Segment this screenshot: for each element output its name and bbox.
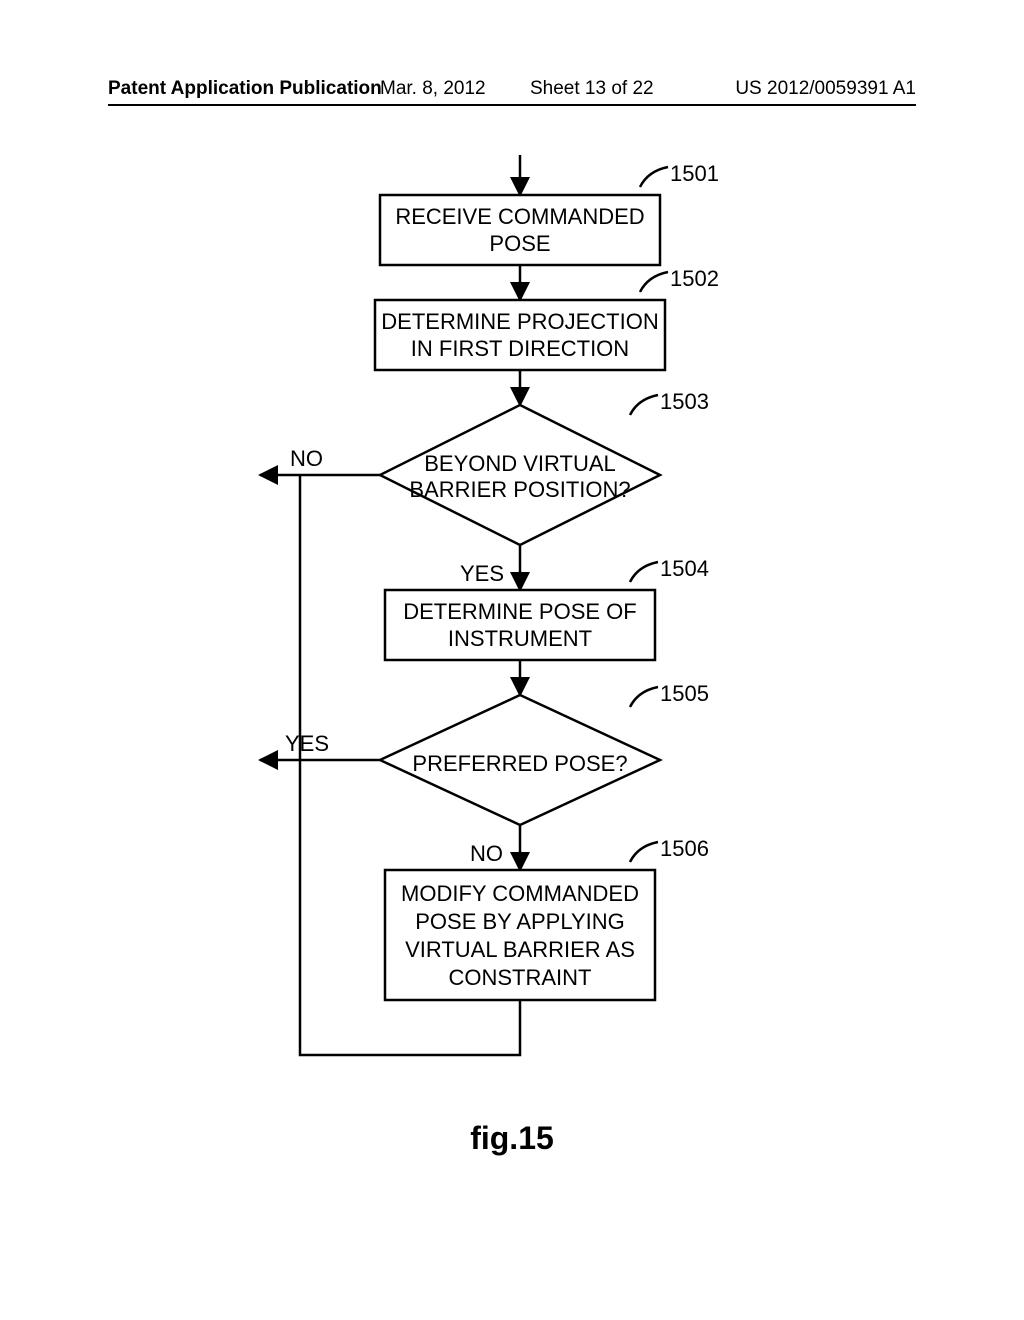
step-1501-line1: RECEIVE COMMANDED (395, 204, 644, 229)
header-pubno: US 2012/0059391 A1 (735, 78, 916, 100)
step-1502-line1: DETERMINE PROJECTION (381, 309, 658, 334)
step-1506-line3: VIRTUAL BARRIER AS (405, 937, 635, 962)
decision-1505-text: PREFERRED POSE? (412, 751, 627, 776)
label-1505-yes: YES (285, 731, 329, 756)
step-1501-line2: POSE (489, 231, 550, 256)
ref-leader-1506 (630, 842, 658, 862)
ref-leader-1503 (630, 395, 658, 415)
ref-leader-1501 (640, 167, 668, 187)
ref-1504: 1504 (660, 556, 709, 581)
decision-1503-line1: BEYOND VIRTUAL (424, 451, 616, 476)
label-1505-no: NO (470, 841, 503, 866)
header-publication: Patent Application Publication (108, 78, 382, 100)
ref-1502: 1502 (670, 266, 719, 291)
step-1504-line1: DETERMINE POSE OF (403, 599, 636, 624)
ref-1506: 1506 (660, 836, 709, 861)
flowchart: RECEIVE COMMANDED POSE 1501 DETERMINE PR… (230, 155, 790, 1095)
step-1506-line1: MODIFY COMMANDED (401, 881, 639, 906)
ref-1503: 1503 (660, 389, 709, 414)
header-sheet: Sheet 13 of 22 (530, 78, 654, 100)
label-1503-yes: YES (460, 561, 504, 586)
ref-leader-1502 (640, 272, 668, 292)
step-1502-line2: IN FIRST DIRECTION (411, 336, 629, 361)
step-1504-line2: INSTRUMENT (448, 626, 592, 651)
figure-label: fig.15 (0, 1120, 1024, 1157)
ref-leader-1504 (630, 562, 658, 582)
ref-1501: 1501 (670, 161, 719, 186)
header-date: Mar. 8, 2012 (380, 78, 486, 100)
header-rule (108, 104, 916, 106)
step-1506-line2: POSE BY APPLYING (415, 909, 625, 934)
ref-leader-1505 (630, 687, 658, 707)
page: Patent Application Publication Mar. 8, 2… (0, 0, 1024, 1320)
label-1503-no: NO (290, 446, 323, 471)
ref-1505: 1505 (660, 681, 709, 706)
step-1506-line4: CONSTRAINT (449, 965, 592, 990)
decision-1503-line2: BARRIER POSITION? (409, 477, 630, 502)
